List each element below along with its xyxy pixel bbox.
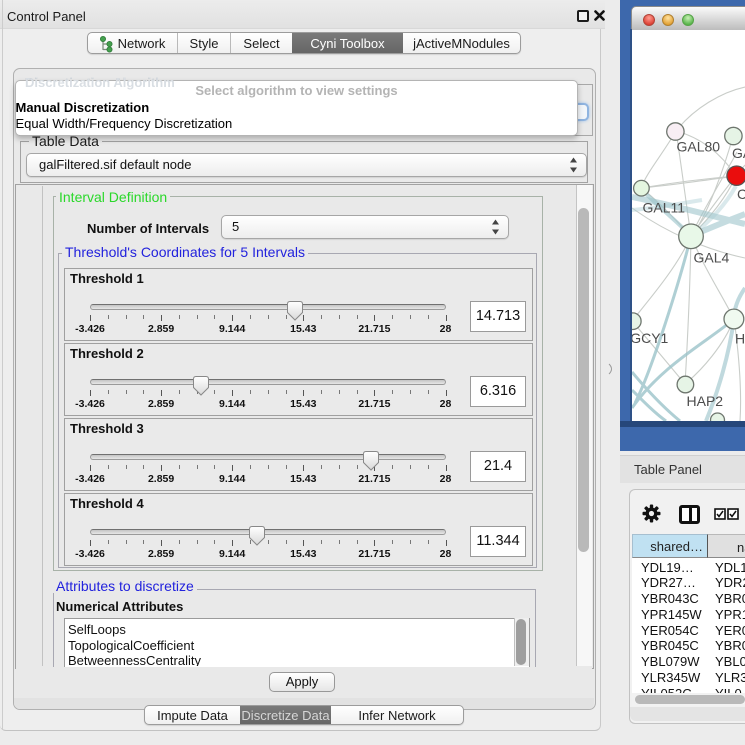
svg-text:GAL11: GAL11 (643, 199, 686, 215)
svg-text:C: C (737, 186, 745, 202)
svg-text:GAL4: GAL4 (694, 249, 730, 265)
svg-text:H: H (735, 331, 745, 347)
svg-text:GA: GA (732, 145, 745, 161)
svg-text:GCY1: GCY1 (632, 330, 669, 346)
svg-text:HAP2: HAP2 (687, 393, 724, 409)
svg-text:GAL80: GAL80 (677, 139, 721, 155)
